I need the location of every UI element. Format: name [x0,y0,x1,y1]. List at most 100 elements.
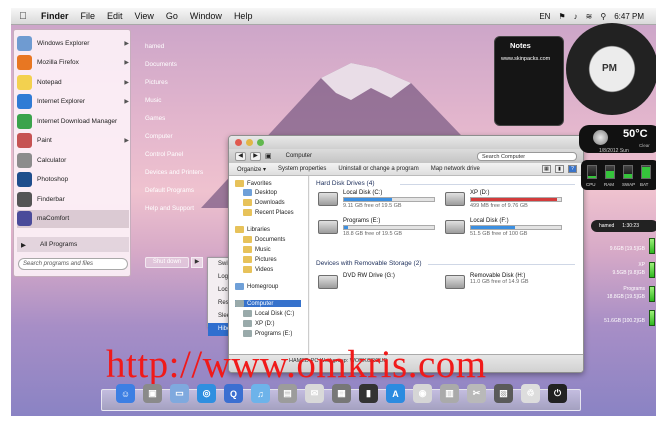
program-item[interactable]: Finderbar [17,190,129,208]
nav-libraries[interactable]: Libraries [235,226,270,233]
image-icon[interactable]: ▧ [494,384,513,403]
nav-videos[interactable]: Videos [243,266,273,273]
drive-meter-widget[interactable]: XP 9.5GB [9.8]GB [587,262,656,284]
drive-dvd[interactable]: DVD RW Drive (G:) [318,273,438,297]
hard-disk-group-header[interactable]: Hard Disk Drives (4) [316,180,375,187]
system-properties-button[interactable]: System properties [278,166,326,172]
stack-icon[interactable]: ▤ [278,384,297,403]
menu-edit[interactable]: Edit [101,11,129,21]
all-programs-button[interactable]: ▶ All Programs [17,237,129,252]
minimize-button[interactable] [246,139,253,146]
nav-music[interactable]: Music [243,246,271,253]
back-button[interactable]: ◀ [235,151,246,161]
nav-pictures[interactable]: Pictures [243,256,277,263]
start-place-9[interactable]: Help and Support [145,205,194,212]
start-place-2[interactable]: Pictures [145,79,168,86]
nav-xp-d[interactable]: XP (D:) [243,320,275,327]
calculator-icon[interactable]: ▦ [332,384,351,403]
drive-removable[interactable]: Removable Disk (H:) 11.0 GB free of 14.9… [445,273,565,297]
safari-icon[interactable]: ◎ [197,384,216,403]
start-place-8[interactable]: Default Programs [145,187,194,194]
search-icon[interactable]: ⚲ [600,12,606,21]
menu-help[interactable]: Help [228,11,259,21]
power-icon[interactable]: ⏻ [548,384,567,403]
system-meters-widget[interactable]: CPU RAM SWAP BAT [581,160,656,190]
quicktime-icon[interactable]: Q [224,384,243,403]
disk-icon[interactable]: ▥ [440,384,459,403]
program-item[interactable]: Mozilla Firefox ▶ [17,54,129,72]
program-item[interactable]: Paint ▶ [17,132,129,150]
program-item[interactable]: maComfort [17,209,129,228]
flag-icon[interactable]: ⚑ [558,12,565,21]
clock-widget[interactable]: PM [566,23,656,115]
removable-group-header[interactable]: Devices with Removable Storage (2) [316,260,422,267]
uninstall-program-button[interactable]: Uninstall or change a program [338,166,418,172]
program-item[interactable]: Notepad ▶ [17,73,129,91]
organize-button[interactable]: Organize ▾ [237,166,266,173]
nav-local-disk-c[interactable]: Local Disk (C:) [243,310,294,317]
nav-documents[interactable]: Documents [243,236,285,243]
program-item[interactable]: Photoshop [17,171,129,189]
view-options-icon[interactable]: ▦ [542,165,551,173]
program-item[interactable]: Internet Explorer ▶ [17,93,129,111]
drive-item[interactable]: XP (D:) 499 MB free of 9.76 GB [445,190,565,214]
map-network-drive-button[interactable]: Map network drive [431,166,480,172]
help-icon[interactable]: ? [568,165,577,173]
clock-text[interactable]: 6:47 PM [614,12,644,21]
menu-finder[interactable]: Finder [35,11,75,21]
start-search-input[interactable]: Search programs and files [18,258,128,270]
program-item[interactable]: Windows Explorer ▶ [17,34,129,52]
menu-file[interactable]: File [75,11,102,21]
menu-view[interactable]: View [129,11,160,21]
start-place-6[interactable]: Control Panel [145,151,183,158]
drive-meter-widget[interactable]: 9.6GB [19.5]GB [587,238,656,260]
apple-icon[interactable]:  [11,11,35,22]
start-place-7[interactable]: Devices and Printers [145,169,203,176]
nav-downloads[interactable]: Downloads [243,199,285,206]
nav-homegroup[interactable]: Homegroup [235,283,278,290]
calendar-widget[interactable]: hamed 1:30:23 [591,220,656,232]
folder-icon[interactable]: ▭ [170,384,189,403]
shutdown-options-button[interactable]: ▶ [191,257,203,268]
explorer-search-input[interactable]: Search Computer [477,151,577,161]
nav-computer[interactable]: Computer [235,300,301,307]
menu-go[interactable]: Go [160,11,184,21]
ipod-icon[interactable]: ◉ [413,384,432,403]
maximize-button[interactable] [257,139,264,146]
menu-window[interactable]: Window [184,11,228,21]
drive-meter-widget[interactable]: Programs 18.8GB [19.5]GB [587,286,656,308]
trash-icon[interactable]: ♲ [521,384,540,403]
terminal-icon[interactable]: ▮ [359,384,378,403]
start-place-1[interactable]: Documents [145,61,177,68]
finder-icon[interactable]: ☺ [116,384,135,403]
start-place-0[interactable]: hamed [145,43,164,50]
drive-item[interactable]: Programs (E:) 18.8 GB free of 19.5 GB [318,218,438,242]
appstore-icon[interactable]: A [386,384,405,403]
notes-widget[interactable]: Notes www.skinpacks.com [494,36,564,126]
forward-button[interactable]: ▶ [250,151,261,161]
language-indicator[interactable]: EN [539,12,550,21]
close-button[interactable] [235,139,242,146]
weather-widget[interactable]: 50°C Clear 1/8/2012 Sun [579,125,656,154]
nav-recent-places[interactable]: Recent Places [243,209,294,216]
nav-programs-e[interactable]: Programs (E:) [243,330,292,337]
nav-desktop[interactable]: Desktop [243,189,277,196]
start-place-4[interactable]: Games [145,115,165,122]
mail-icon[interactable]: ✉ [305,384,324,403]
nav-favorites[interactable]: Favorites [235,180,272,187]
start-place-5[interactable]: Computer [145,133,173,140]
program-item[interactable]: Calculator [17,151,129,169]
preview-pane-icon[interactable]: ▮ [555,165,564,173]
start-place-3[interactable]: Music [145,97,161,104]
drive-item[interactable]: Local Disk (C:) 9.11 GB free of 19.5 GB [318,190,438,214]
drive-item[interactable]: Local Disk (F:) 51.5 GB free of 100 GB [445,218,565,242]
shutdown-button[interactable]: Shut down [145,257,189,268]
itunes-icon[interactable]: ♫ [251,384,270,403]
program-item[interactable]: Internet Download Manager [17,112,129,130]
utilities-icon[interactable]: ✂ [467,384,486,403]
wifi-icon[interactable]: ≋ [586,12,593,21]
photo-icon[interactable]: ▣ [143,384,162,403]
address-field[interactable]: Computer [286,153,312,159]
speaker-icon[interactable]: ♪ [574,12,578,21]
drive-meter-widget[interactable]: 51.6GB [100.2]GB [587,310,656,332]
